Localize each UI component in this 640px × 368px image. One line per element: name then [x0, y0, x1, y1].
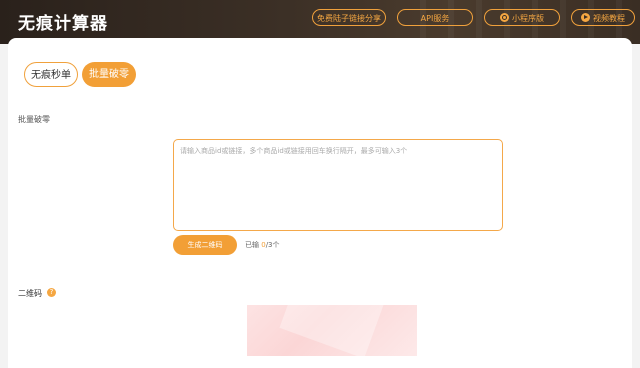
mini-program-label: 小程序版 — [512, 14, 544, 23]
mini-program-button[interactable]: 小程序版 — [484, 9, 560, 26]
api-service-button[interactable]: API服务 — [397, 9, 473, 26]
mini-program-icon — [500, 13, 509, 22]
tab-traceless-order[interactable]: 无痕秒单 — [24, 62, 78, 87]
qr-code-image — [247, 305, 417, 356]
section-title: 批量破零 — [18, 115, 50, 124]
help-icon[interactable]: ? — [47, 288, 56, 297]
free-link-share-label: 免费陆子链接分享 — [317, 14, 381, 23]
free-link-share-button[interactable]: 免费陆子链接分享 — [312, 9, 386, 26]
video-tutorial-button[interactable]: 视频教程 — [571, 9, 635, 26]
product-link-input[interactable] — [173, 139, 503, 231]
qr-section-title: 二维码 — [18, 289, 42, 298]
count-suffix: /3个 — [265, 241, 280, 249]
app-title: 无痕计算器 — [18, 14, 108, 34]
api-service-label: API服务 — [420, 14, 450, 23]
tab-traceless-order-label: 无痕秒单 — [31, 70, 71, 81]
tab-batch-break-zero[interactable]: 批量破零 — [82, 62, 136, 87]
input-count: 已输 0/3个 — [245, 240, 280, 250]
video-tutorial-label: 视频教程 — [593, 14, 625, 23]
play-icon — [581, 13, 590, 22]
generate-qr-button[interactable]: 生成二维码 — [173, 235, 237, 255]
count-prefix: 已输 — [245, 241, 259, 249]
tab-batch-break-zero-label: 批量破零 — [89, 69, 129, 80]
